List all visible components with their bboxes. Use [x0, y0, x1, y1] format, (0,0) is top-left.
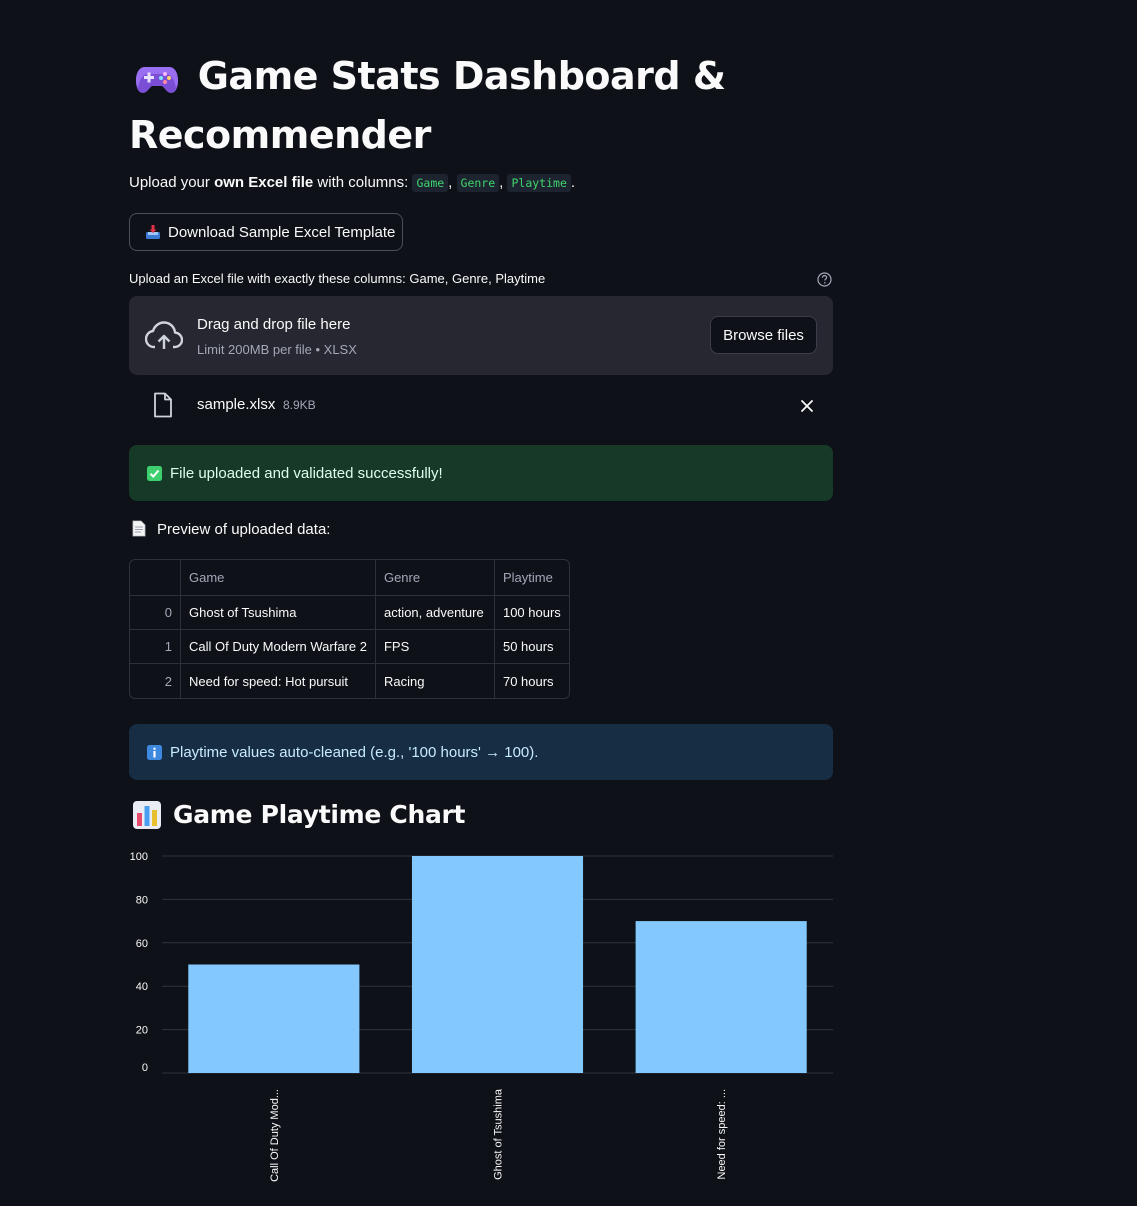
chart-bar[interactable]: [188, 964, 360, 1074]
x-tick-label: Call Of Duty Mod...: [269, 1089, 281, 1182]
chart-bar[interactable]: [411, 856, 584, 1073]
y-tick-label: 0: [142, 1062, 148, 1074]
y-tick-label: 60: [136, 938, 148, 950]
y-tick-label: 100: [130, 851, 148, 863]
y-tick-label: 20: [136, 1025, 148, 1037]
y-tick-label: 40: [136, 981, 148, 993]
x-tick-label: Need for speed: ...: [716, 1089, 728, 1180]
playtime-bar-chart: 0 20 40 60 80 100 Call Of Duty Mod... Ghost of …: [130, 851, 833, 1182]
y-tick-label: 80: [136, 894, 148, 906]
x-tick-label: Ghost of Tsushima: [493, 1088, 505, 1180]
chart-bar[interactable]: [635, 921, 807, 1073]
